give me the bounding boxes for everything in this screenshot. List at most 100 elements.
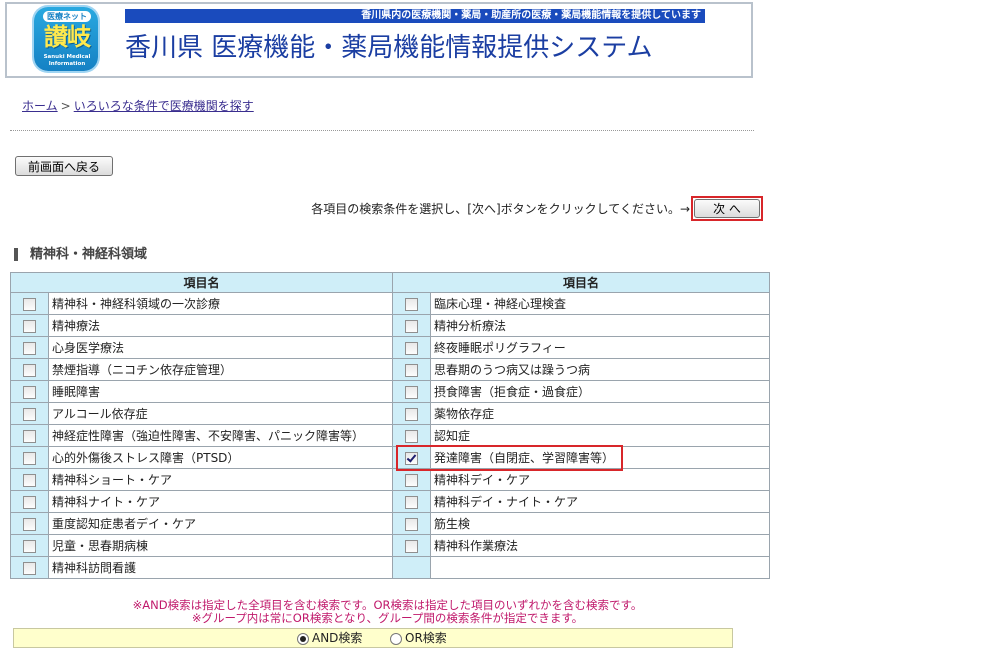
table-header-row: 項目名 項目名 xyxy=(10,272,770,293)
breadcrumb: ホーム > いろいろな条件で医療機関を探す xyxy=(22,97,622,115)
left-item-label[interactable]: 神経症性障害（強迫性障害、不安障害、パニック障害等） xyxy=(48,424,393,447)
right-checkbox[interactable] xyxy=(405,539,418,553)
right-item-label[interactable]: 摂食障害（拒食症・過食症） xyxy=(430,380,770,403)
left-checkbox-cell xyxy=(10,446,49,469)
right-item-label[interactable]: 認知症 xyxy=(430,424,770,447)
left-item-label[interactable]: 心的外傷後ストレス障害（PTSD） xyxy=(48,446,393,469)
right-checkbox[interactable] xyxy=(405,385,418,399)
right-item-label[interactable]: 精神科デイ・ナイト・ケア xyxy=(430,490,770,513)
column-header-left: 項目名 xyxy=(10,272,393,293)
right-item-label xyxy=(430,556,770,579)
right-checkbox[interactable] xyxy=(405,495,418,509)
left-checkbox-cell xyxy=(10,468,49,491)
table-row: 精神科ナイト・ケア 精神科デイ・ナイト・ケア xyxy=(10,490,770,513)
left-checkbox[interactable] xyxy=(23,341,36,355)
right-checkbox[interactable] xyxy=(405,429,418,443)
left-item-label[interactable]: 心身医学療法 xyxy=(48,336,393,359)
left-checkbox-cell xyxy=(10,512,49,535)
left-checkbox[interactable] xyxy=(23,451,36,465)
left-checkbox[interactable] xyxy=(23,473,36,487)
logo-pill-text: 医療ネット xyxy=(43,11,91,22)
left-checkbox[interactable] xyxy=(23,407,36,421)
left-checkbox-cell xyxy=(10,336,49,359)
left-checkbox-cell xyxy=(10,534,49,557)
right-item-label[interactable]: 終夜睡眠ポリグラフィー xyxy=(430,336,770,359)
table-row: 重度認知症患者デイ・ケア 筋生検 xyxy=(10,512,770,535)
left-checkbox[interactable] xyxy=(23,539,36,553)
right-checkbox-cell xyxy=(392,490,431,513)
right-checkbox[interactable] xyxy=(405,473,418,487)
left-item-label[interactable]: 精神療法 xyxy=(48,314,393,337)
left-checkbox-cell xyxy=(10,424,49,447)
left-item-label[interactable]: 睡眠障害 xyxy=(48,380,393,403)
selected-item-highlight xyxy=(396,445,623,471)
table-row: 精神療法 精神分析療法 xyxy=(10,314,770,337)
table-row: 心的外傷後ストレス障害（PTSD） 発達障害（自閉症、学習障害等） xyxy=(10,446,770,469)
section-marker xyxy=(14,248,18,261)
next-button[interactable]: 次 へ xyxy=(694,199,760,218)
left-item-label[interactable]: 精神科訪問看護 xyxy=(48,556,393,579)
right-checkbox-cell xyxy=(392,358,431,381)
right-checkbox[interactable] xyxy=(405,363,418,377)
left-checkbox-cell xyxy=(10,292,49,315)
right-checkbox-cell xyxy=(392,556,431,579)
right-checkbox-cell xyxy=(392,336,431,359)
table-row: 児童・思春期病棟 精神科作業療法 xyxy=(10,534,770,557)
left-item-label[interactable]: 禁煙指導（ニコチン依存症管理） xyxy=(48,358,393,381)
right-checkbox[interactable] xyxy=(405,319,418,333)
left-checkbox[interactable] xyxy=(23,385,36,399)
table-row: 精神科・神経科領域の一次診療 臨床心理・神経心理検査 xyxy=(10,292,770,315)
right-item-label[interactable]: 精神分析療法 xyxy=(430,314,770,337)
table-row: 禁煙指導（ニコチン依存症管理） 思春期のうつ病又は躁うつ病 xyxy=(10,358,770,381)
breadcrumb-home-link[interactable]: ホーム xyxy=(22,99,58,113)
right-item-label[interactable]: 思春期のうつ病又は躁うつ病 xyxy=(430,358,770,381)
right-checkbox-cell xyxy=(392,424,431,447)
search-note-1: ※AND検索は指定した全項目を含む検索です。OR検索は指定した項目のいずれかを含… xyxy=(132,598,643,612)
right-checkbox-cell xyxy=(392,314,431,337)
left-item-label[interactable]: 精神科・神経科領域の一次診療 xyxy=(48,292,393,315)
left-checkbox[interactable] xyxy=(23,561,36,575)
left-checkbox-cell xyxy=(10,402,49,425)
left-checkbox-cell xyxy=(10,314,49,337)
left-checkbox-cell xyxy=(10,490,49,513)
left-item-label[interactable]: 精神科ナイト・ケア xyxy=(48,490,393,513)
left-item-label[interactable]: アルコール依存症 xyxy=(48,402,393,425)
right-checkbox-cell xyxy=(392,292,431,315)
left-checkbox[interactable] xyxy=(23,429,36,443)
table-row: 神経症性障害（強迫性障害、不安障害、パニック障害等） 認知症 xyxy=(10,424,770,447)
right-checkbox-cell xyxy=(392,402,431,425)
left-item-label[interactable]: 児童・思春期病棟 xyxy=(48,534,393,557)
right-item-label[interactable]: 精神科デイ・ケア xyxy=(430,468,770,491)
left-checkbox[interactable] xyxy=(23,363,36,377)
right-item-label[interactable]: 筋生検 xyxy=(430,512,770,535)
breadcrumb-separator: > xyxy=(60,99,71,113)
left-checkbox[interactable] xyxy=(23,319,36,333)
right-checkbox[interactable] xyxy=(405,407,418,421)
left-checkbox[interactable] xyxy=(23,495,36,509)
right-checkbox-cell xyxy=(392,534,431,557)
right-checkbox[interactable] xyxy=(405,341,418,355)
dotted-divider xyxy=(10,130,754,131)
right-checkbox[interactable] xyxy=(405,297,418,311)
left-item-label[interactable]: 重度認知症患者デイ・ケア xyxy=(48,512,393,535)
back-button[interactable]: 前画面へ戻る xyxy=(15,156,113,176)
column-header-right: 項目名 xyxy=(392,272,770,293)
table-row: 心身医学療法 終夜睡眠ポリグラフィー xyxy=(10,336,770,359)
table-row: 精神科ショート・ケア 精神科デイ・ケア xyxy=(10,468,770,491)
right-checkbox-cell xyxy=(392,512,431,535)
breadcrumb-current-link[interactable]: いろいろな条件で医療機関を探す xyxy=(74,99,254,113)
site-title: 香川県 医療機能・薬局機能情報提供システム xyxy=(125,33,653,63)
options-table: 項目名 項目名 精神科・神経科領域の一次診療 臨床心理・神経心理検査精神療法 精神分… xyxy=(10,272,770,579)
header-tagline: 香川県内の医療機関・薬局・助産所の医療・薬局機能情報を提供しています xyxy=(125,9,705,23)
right-item-label[interactable]: 薬物依存症 xyxy=(430,402,770,425)
left-checkbox[interactable] xyxy=(23,517,36,531)
left-checkbox-cell xyxy=(10,556,49,579)
right-checkbox[interactable] xyxy=(405,517,418,531)
right-item-label[interactable]: 精神科作業療法 xyxy=(430,534,770,557)
right-item-label[interactable]: 臨床心理・神経心理検査 xyxy=(430,292,770,315)
left-checkbox[interactable] xyxy=(23,297,36,311)
table-row: 睡眠障害 摂食障害（拒食症・過食症） xyxy=(10,380,770,403)
instruction-text: 各項目の検索条件を選択し、[次へ]ボタンをクリックしてください。→ xyxy=(311,202,690,216)
left-item-label[interactable]: 精神科ショート・ケア xyxy=(48,468,393,491)
logo-sub-text: Sanuki Medical Information xyxy=(43,54,91,67)
